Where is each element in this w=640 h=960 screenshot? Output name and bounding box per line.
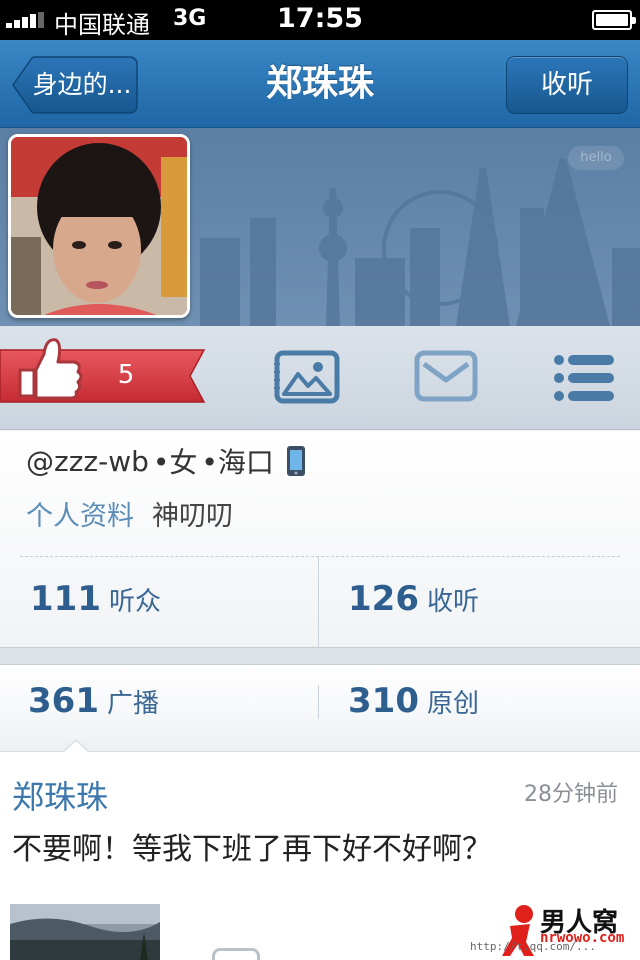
status-time: 17:55 — [277, 3, 363, 34]
status-bar: 中国联通 3G 17:55 — [0, 0, 640, 40]
site-watermark: 男人窝 nrwowo.com http://t.qq.com/... — [470, 898, 640, 960]
list-icon[interactable] — [552, 352, 616, 404]
profile-action-row: 5 — [0, 326, 640, 430]
thumbs-up-icon — [18, 338, 83, 400]
back-button[interactable]: 身边的... — [12, 56, 138, 114]
original-label: 原创 — [426, 689, 479, 719]
nav-bar: 身边的... 郑珠珠 收听 — [0, 40, 640, 128]
original-count: 310 — [348, 681, 419, 721]
listeners-stat[interactable]: 111 听众 — [30, 579, 161, 639]
listen-button[interactable]: 收听 — [506, 56, 628, 114]
stat-divider — [318, 685, 319, 719]
broadcasts-count: 361 — [28, 681, 99, 721]
profile-gender: •女 — [152, 446, 198, 479]
section-gap — [0, 647, 640, 665]
stat-divider — [318, 557, 319, 647]
following-stat[interactable]: 126 收听 — [348, 579, 479, 639]
page-title: 郑珠珠 — [265, 63, 374, 104]
broadcasts-label: 广播 — [106, 689, 159, 719]
post-text: 不要啊！等我下班了再下好不好啊？ — [12, 832, 492, 867]
watermark-url: http://t.qq.com/... — [470, 940, 596, 953]
profile-detail-row: 个人资料 神叨叨 — [26, 494, 233, 533]
mail-icon[interactable] — [414, 350, 478, 402]
profile-details-link[interactable]: 个人资料 — [26, 494, 134, 533]
tab-pointer-fill — [63, 741, 89, 753]
following-label: 收听 — [426, 587, 479, 617]
post-image-thumbnail — [10, 904, 160, 960]
photo-icon[interactable] — [274, 350, 340, 404]
listeners-label: 听众 — [108, 587, 161, 617]
following-count: 126 — [348, 579, 419, 619]
profile-location: •海口 — [201, 446, 274, 479]
divider — [20, 556, 620, 557]
post-time: 28分钟前 — [524, 782, 618, 807]
hello-tag: hello — [568, 146, 624, 170]
comment-icon[interactable] — [212, 948, 260, 960]
post-author[interactable]: 郑珠珠 — [12, 772, 108, 818]
original-stat[interactable]: 310 原创 — [348, 681, 479, 741]
broadcast-stats-card: 361 广播 310 原创 — [0, 665, 640, 751]
battery-icon — [592, 10, 636, 30]
profile-nickname: 神叨叨 — [152, 500, 233, 532]
profile-handle-line: @zzz-wb •女 •海口 — [26, 443, 306, 479]
listeners-count: 111 — [30, 579, 101, 619]
avatar-photo — [11, 137, 187, 315]
like-count: 5 — [117, 360, 135, 390]
broadcasts-stat[interactable]: 361 广播 — [28, 681, 159, 741]
mobile-phone-icon — [286, 446, 305, 476]
post-image[interactable] — [10, 904, 160, 960]
profile-info-card: @zzz-wb •女 •海口 个人资料 神叨叨 111 听众 126 收听 — [0, 431, 640, 647]
back-button-label: 身边的... — [32, 70, 132, 99]
avatar[interactable] — [8, 134, 190, 318]
profile-handle: @zzz-wb — [26, 444, 149, 478]
